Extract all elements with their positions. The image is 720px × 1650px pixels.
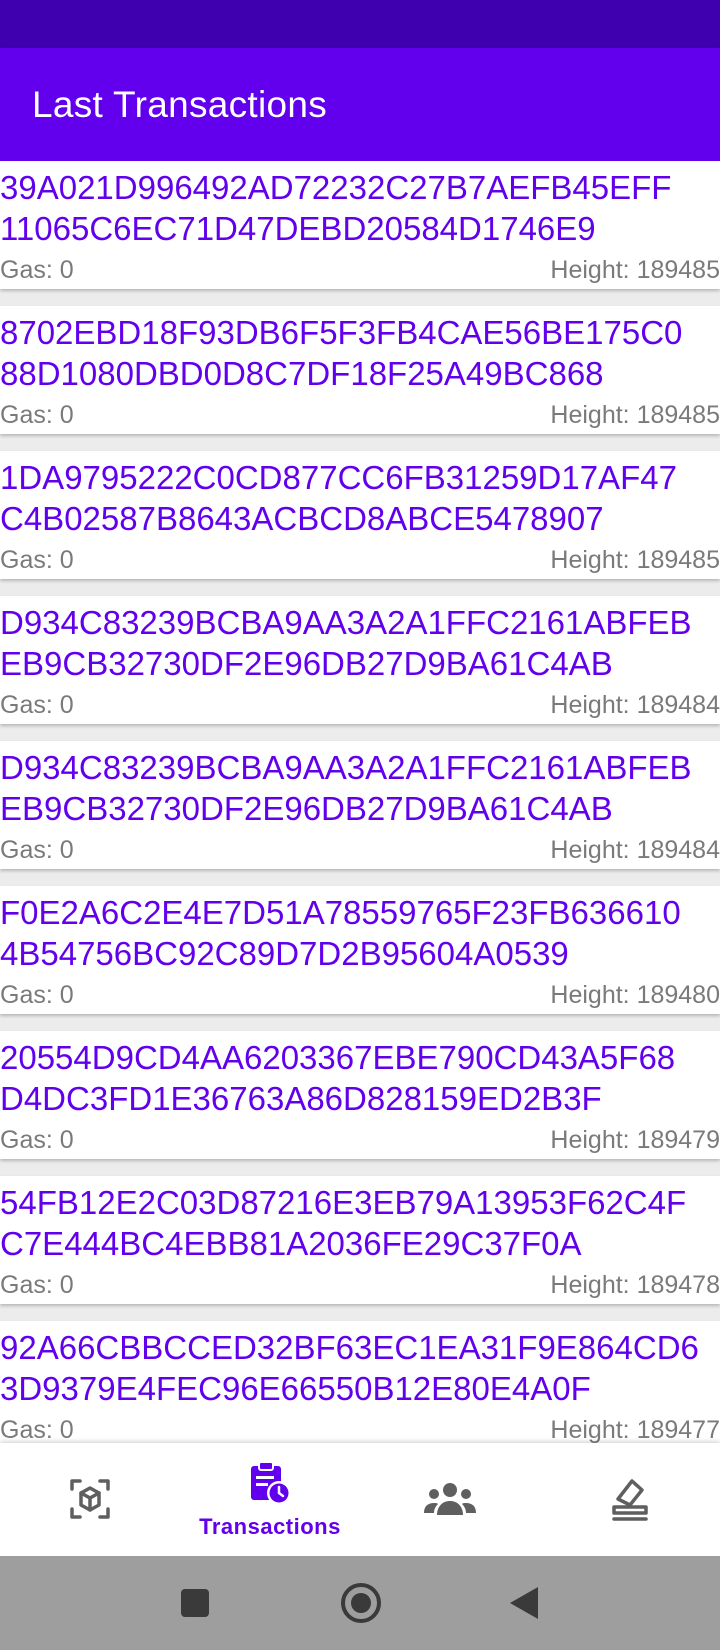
transaction-height: Height: 189485: [550, 256, 720, 284]
transaction-card[interactable]: 39A021D996492AD72232C27B7AEFB45EFF 11065…: [0, 161, 720, 289]
transaction-hash: 1DA9795222C0CD877CC6FB31259D17AF47 C4B02…: [0, 457, 720, 539]
transaction-hash-line: EB9CB32730DF2E96DB27D9BA61C4AB: [0, 645, 613, 682]
transaction-card[interactable]: 20554D9CD4AA6203367EBE790CD43A5F68 D4DC3…: [0, 1031, 720, 1159]
transaction-hash: 54FB12E2C03D87216E3EB79A13953F62C4F C7E4…: [0, 1182, 720, 1264]
transaction-hash-line: 88D1080DBD0D8C7DF18F25A49BC868: [0, 355, 604, 392]
transaction-hash: 8702EBD18F93DB6F5F3FB4CAE56BE175C0 88D10…: [0, 312, 720, 394]
transaction-gas: Gas: 0: [0, 1416, 74, 1443]
nav-item-validators[interactable]: [360, 1443, 540, 1556]
transaction-hash-line: C7E444BC4EBB81A2036FE29C37F0A: [0, 1225, 582, 1262]
app-bar: Last Transactions: [0, 48, 720, 161]
transaction-hash: D934C83239BCBA9AA3A2A1FFC2161ABFEB EB9CB…: [0, 602, 720, 684]
transaction-hash-line: 20554D9CD4AA6203367EBE790CD43A5F68: [0, 1039, 676, 1076]
transaction-height: Height: 189478: [550, 1271, 720, 1299]
transaction-height: Height: 189485: [550, 546, 720, 574]
nav-item-proposals[interactable]: [540, 1443, 720, 1556]
transaction-hash-line: F0E2A6C2E4E7D51A78559765F23FB636610: [0, 894, 681, 931]
transaction-list[interactable]: 39A021D996492AD72232C27B7AEFB45EFF 11065…: [0, 161, 720, 1443]
transaction-card[interactable]: D934C83239BCBA9AA3A2A1FFC2161ABFEB EB9CB…: [0, 596, 720, 724]
stamp-icon: [612, 1479, 648, 1521]
page-title: Last Transactions: [32, 84, 328, 125]
cube-scan-icon: [70, 1479, 110, 1519]
transaction-card[interactable]: F0E2A6C2E4E7D51A78559765F23FB636610 4B54…: [0, 886, 720, 1014]
transaction-gas: Gas: 0: [0, 981, 74, 1009]
transaction-hash-line: 1DA9795222C0CD877CC6FB31259D17AF47: [0, 459, 677, 496]
transaction-height: Height: 189484: [550, 691, 720, 719]
transaction-hash-line: D934C83239BCBA9AA3A2A1FFC2161ABFEB: [0, 749, 692, 786]
transaction-hash: D934C83239BCBA9AA3A2A1FFC2161ABFEB EB9CB…: [0, 747, 720, 829]
nav-item-blocks[interactable]: [0, 1443, 180, 1556]
transaction-height: Height: 189479: [550, 1126, 720, 1154]
transaction-hash-line: 54FB12E2C03D87216E3EB79A13953F62C4F: [0, 1184, 687, 1221]
transaction-gas: Gas: 0: [0, 691, 74, 719]
transaction-hash-line: 3D9379E4FEC96E66550B12E80E4A0F: [0, 1370, 591, 1407]
transaction-hash-line: 11065C6EC71D47DEBD20584D1746E9: [0, 210, 596, 247]
transaction-gas: Gas: 0: [0, 1126, 74, 1154]
back-icon[interactable]: [508, 1586, 540, 1620]
transaction-hash: F0E2A6C2E4E7D51A78559765F23FB636610 4B54…: [0, 892, 720, 974]
transaction-gas: Gas: 0: [0, 546, 74, 574]
recents-icon[interactable]: [181, 1589, 209, 1617]
transaction-hash-line: 4B54756BC92C89D7D2B95604A0539: [0, 935, 569, 972]
transaction-hash-line: D4DC3FD1E36763A86D828159ED2B3F: [0, 1080, 602, 1117]
transaction-card[interactable]: 54FB12E2C03D87216E3EB79A13953F62C4F C7E4…: [0, 1176, 720, 1304]
transaction-hash-line: C4B02587B8643ACBCD8ABCE5478907: [0, 500, 604, 537]
transaction-gas: Gas: 0: [0, 256, 74, 284]
transaction-card[interactable]: D934C83239BCBA9AA3A2A1FFC2161ABFEB EB9CB…: [0, 741, 720, 869]
transaction-height: Height: 189477: [550, 1416, 720, 1443]
transaction-card[interactable]: 8702EBD18F93DB6F5F3FB4CAE56BE175C0 88D10…: [0, 306, 720, 434]
transaction-hash-line: EB9CB32730DF2E96DB27D9BA61C4AB: [0, 790, 613, 827]
transaction-card[interactable]: 1DA9795222C0CD877CC6FB31259D17AF47 C4B02…: [0, 451, 720, 579]
nav-label-transactions: Transactions: [199, 1514, 341, 1539]
home-icon[interactable]: [340, 1582, 382, 1624]
transaction-hash: 92A66CBBCCED32BF63EC1EA31F9E864CD6 3D937…: [0, 1327, 720, 1409]
status-bar: [0, 0, 720, 48]
bottom-navigation: Transactions: [0, 1443, 720, 1556]
transaction-hash-line: 39A021D996492AD72232C27B7AEFB45EFF: [0, 169, 672, 206]
transaction-hash: 39A021D996492AD72232C27B7AEFB45EFF 11065…: [0, 167, 720, 249]
transaction-gas: Gas: 0: [0, 836, 74, 864]
transaction-height: Height: 189484: [550, 836, 720, 864]
clipboard-clock-icon: [251, 1461, 291, 1505]
transaction-hash-line: 8702EBD18F93DB6F5F3FB4CAE56BE175C0: [0, 314, 683, 351]
transaction-height: Height: 189485: [550, 401, 720, 429]
transaction-hash-line: 92A66CBBCCED32BF63EC1EA31F9E864CD6: [0, 1329, 699, 1366]
people-group-icon: [424, 1483, 476, 1515]
nav-item-transactions[interactable]: Transactions: [180, 1443, 360, 1556]
transaction-hash: 20554D9CD4AA6203367EBE790CD43A5F68 D4DC3…: [0, 1037, 720, 1119]
transaction-gas: Gas: 0: [0, 1271, 74, 1299]
transaction-height: Height: 189480: [550, 981, 720, 1009]
transaction-card[interactable]: 92A66CBBCCED32BF63EC1EA31F9E864CD6 3D937…: [0, 1321, 720, 1443]
transaction-gas: Gas: 0: [0, 401, 74, 429]
transaction-hash-line: D934C83239BCBA9AA3A2A1FFC2161ABFEB: [0, 604, 692, 641]
system-navigation-bar: [0, 1556, 720, 1650]
